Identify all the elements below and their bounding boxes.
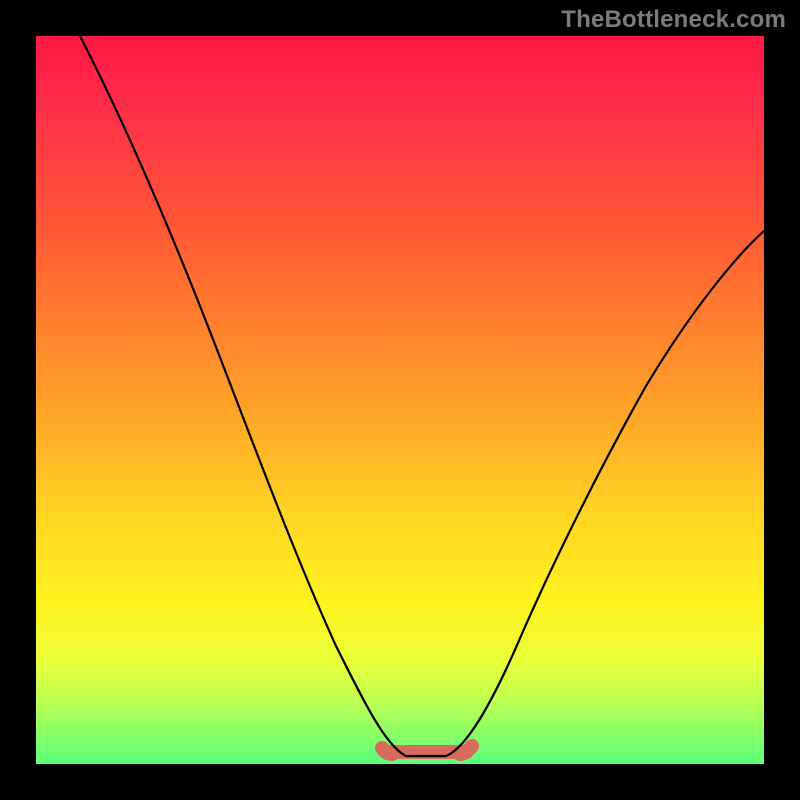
bottleneck-curve: [80, 36, 764, 756]
watermark-label: TheBottleneck.com: [561, 6, 786, 34]
plot-area: [36, 36, 764, 764]
chart-frame: TheBottleneck.com: [0, 0, 800, 800]
curve-overlay: [36, 36, 764, 764]
